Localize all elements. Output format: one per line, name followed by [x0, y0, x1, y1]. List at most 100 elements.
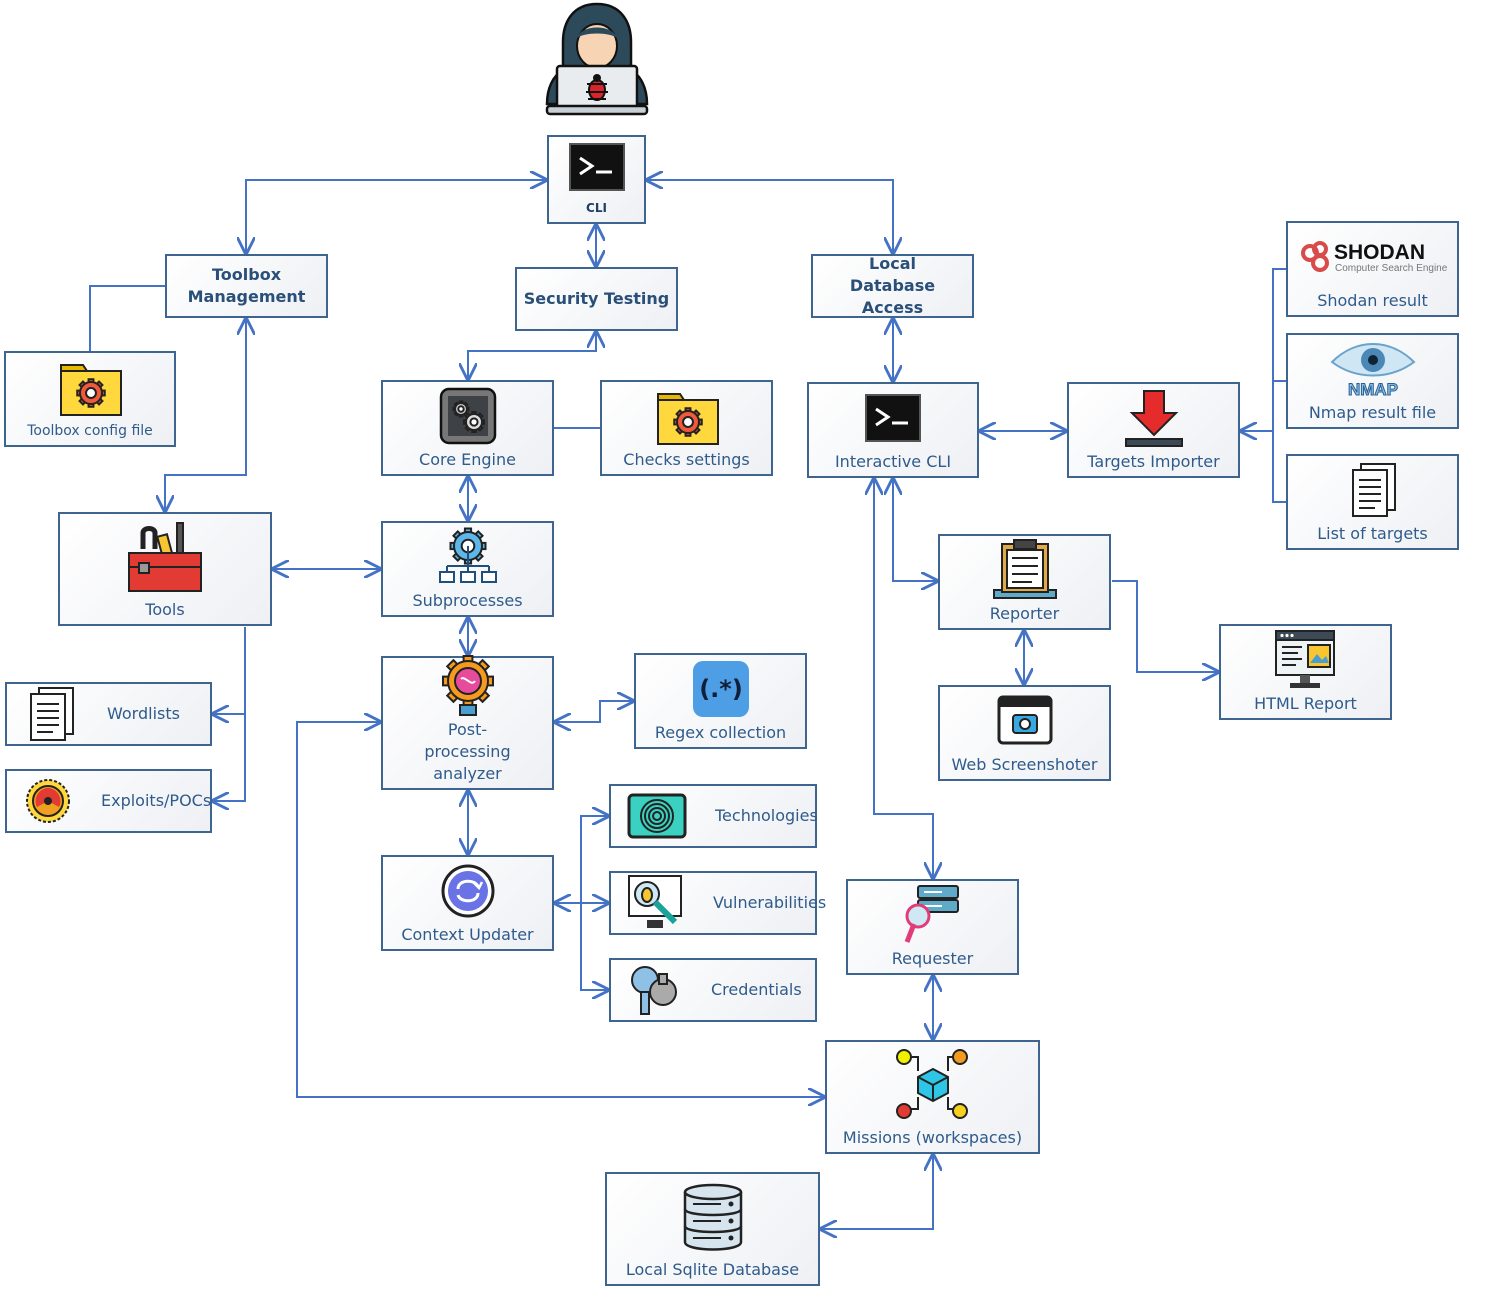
hacker-with-bug-laptop-icon: [545, 2, 649, 116]
tech-label: Technologies: [715, 806, 818, 825]
exploits-label: Exploits/POCs: [101, 791, 212, 810]
sqlite-label: Local Sqlite Database: [625, 1260, 800, 1279]
shodan-label: Shodan result: [1317, 291, 1428, 310]
node-tech: Technologies: [609, 784, 818, 848]
database-icon: [681, 1174, 745, 1259]
edge-missions-sqlite: [821, 1155, 933, 1229]
regex-label: Regex collection: [654, 723, 787, 742]
edge-icli-reporter: [893, 479, 937, 581]
clipboard-icon: [992, 536, 1058, 603]
icli-label: Interactive CLI: [834, 452, 952, 471]
node-context: Context Updater: [381, 855, 554, 951]
documents-icon: [1345, 456, 1401, 523]
documents-icon: [23, 684, 79, 744]
node-requester: Requester: [846, 879, 1019, 975]
terminal-icon: [568, 137, 626, 197]
gears-icon: [439, 382, 497, 449]
svg-text:NMAP: NMAP: [1347, 380, 1397, 398]
toolbox-icon: [125, 514, 205, 599]
edge-cli-localdb: [647, 180, 893, 253]
reporter-label: Reporter: [989, 604, 1060, 623]
cli-label: CLI: [586, 201, 607, 215]
vulns-label: Vulnerabilities: [713, 893, 827, 912]
wordlists-label: Wordlists: [107, 704, 180, 723]
folder-gear-icon: [654, 382, 720, 449]
node-wordlists: Wordlists: [5, 682, 212, 746]
edge-toolbox-cli: [246, 180, 546, 253]
missions-label: Missions (workspaces): [842, 1128, 1023, 1147]
node-html: HTML Report: [1219, 624, 1392, 720]
edge-icli-requester: [874, 479, 933, 878]
download-arrow-icon: [1122, 384, 1186, 451]
node-localdb: Local Database Access: [811, 254, 974, 318]
node-creds: Credentials: [609, 958, 817, 1022]
node-checks: Checks settings: [600, 380, 773, 476]
node-icli: Interactive CLI: [807, 382, 979, 478]
gear-network-icon: [437, 523, 499, 590]
edge-reporter-html: [1112, 580, 1218, 672]
node-nmap: NMAP Nmap result file: [1286, 333, 1459, 429]
radiation-icon: [23, 776, 73, 826]
node-listtargets: List of targets: [1286, 454, 1459, 550]
localdb-label: Local Database Access: [849, 254, 936, 317]
sync-icon: [440, 857, 496, 924]
shodan-logo-icon: SHODAN Computer Search Engine: [1298, 223, 1448, 290]
edge-security-core: [468, 332, 596, 379]
node-webshot: Web Screenshoter: [938, 685, 1111, 781]
node-tools: Tools: [58, 512, 272, 626]
edge-toolbox-config: [89, 285, 165, 351]
webshot-label: Web Screenshoter: [951, 755, 1098, 774]
importer-label: Targets Importer: [1087, 452, 1220, 471]
edge-postproc-regex: [555, 701, 633, 722]
edge-context-creds: [580, 903, 608, 990]
context-label: Context Updater: [401, 925, 534, 944]
svg-text:(.*): (.*): [699, 675, 743, 703]
edge-sources-bus: [1272, 268, 1286, 503]
node-core: Core Engine: [381, 380, 554, 476]
nmap-label: Nmap result file: [1308, 403, 1437, 422]
core-label: Core Engine: [419, 450, 516, 469]
node-vulns: Vulnerabilities: [609, 871, 826, 935]
edge-context-tech: [580, 816, 608, 903]
terminal-icon: [864, 384, 922, 451]
keys-icon: [627, 962, 683, 1018]
fingerprint-icon: [627, 791, 687, 841]
postproc-label: Post-processing analyzer: [424, 720, 511, 783]
edge-tools-wordlists: [213, 627, 246, 714]
node-exploits: Exploits/POCs: [5, 769, 212, 833]
node-regex: (.*) Regex collection: [634, 653, 807, 749]
node-reporter: Reporter: [938, 534, 1111, 630]
folder-gear-icon: [57, 353, 123, 420]
node-cli: CLI: [547, 135, 646, 224]
subproc-label: Subprocesses: [412, 591, 523, 610]
regex-icon: (.*): [691, 655, 751, 722]
brain-gear-icon: [435, 653, 501, 719]
tools-label: Tools: [145, 600, 185, 619]
node-subproc: Subprocesses: [381, 521, 554, 617]
cube-network-icon: [894, 1042, 972, 1127]
creds-label: Credentials: [711, 980, 802, 999]
listtargets-label: List of targets: [1317, 524, 1428, 543]
requester-label: Requester: [891, 949, 974, 968]
camera-window-icon: [997, 687, 1053, 754]
node-toolbox: Toolbox Management: [165, 254, 328, 318]
svg-text:Computer Search Engine: Computer Search Engine: [1335, 263, 1448, 274]
html-label: HTML Report: [1254, 694, 1357, 713]
node-sqlite: Local Sqlite Database: [605, 1172, 820, 1286]
bug-magnifier-icon: [627, 874, 685, 932]
checks-label: Checks settings: [623, 450, 750, 469]
shodan-logo-text: SHODAN: [1334, 241, 1425, 264]
server-search-icon: [904, 881, 962, 948]
security-label: Security Testing: [523, 289, 670, 308]
node-shodan: SHODAN Computer Search Engine Shodan resul…: [1286, 221, 1459, 317]
node-toolboxcfg: Toolbox config file: [4, 351, 176, 447]
node-postproc: Post-processing analyzer: [381, 653, 554, 790]
edge-toolbox-tools: [165, 319, 246, 511]
toolbox-label: Toolbox Management: [187, 265, 306, 306]
nmap-eye-icon: NMAP: [1328, 335, 1418, 402]
browser-window-icon: [1274, 626, 1338, 693]
toolboxcfg-label: Toolbox config file: [27, 423, 153, 439]
node-importer: Targets Importer: [1067, 382, 1240, 478]
node-security: Security Testing: [515, 267, 678, 331]
node-missions: Missions (workspaces): [825, 1040, 1040, 1154]
